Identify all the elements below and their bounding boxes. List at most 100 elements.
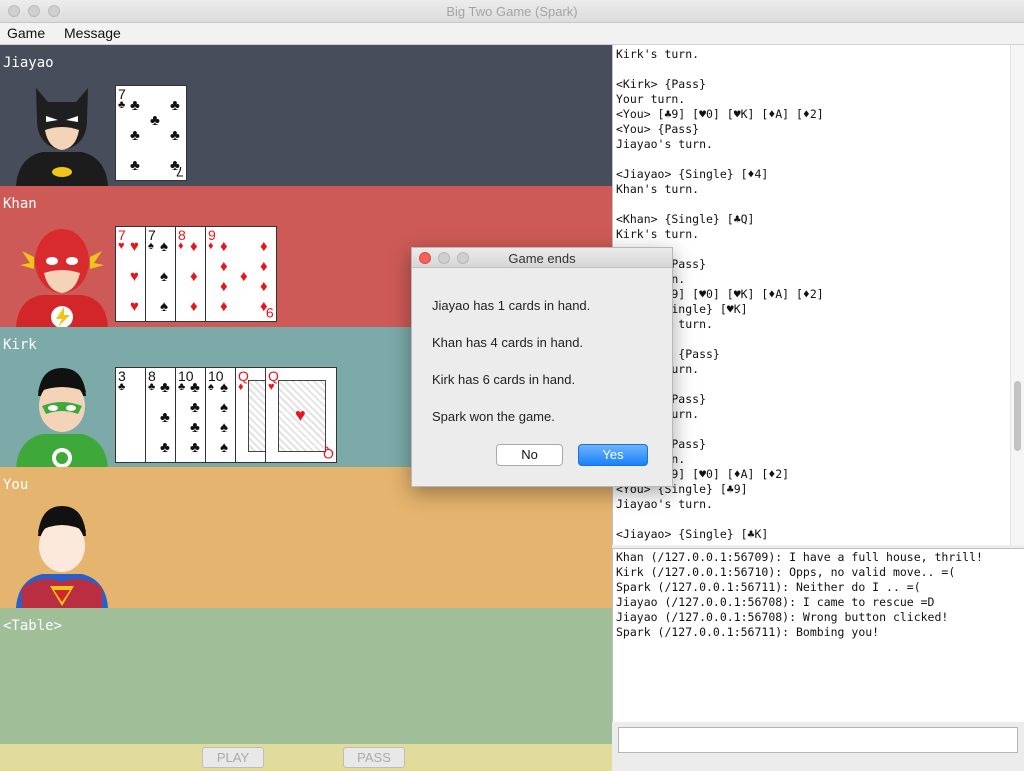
menu-game[interactable]: Game (7, 25, 45, 41)
card-pip: ♦ (190, 268, 198, 285)
player-name: Jiayao (3, 55, 54, 71)
table-label: <Table> (3, 618, 63, 634)
log-line: <Jiayao> {Single} [♦4] (616, 167, 769, 181)
card-suit: ♠ (208, 381, 214, 393)
log-line: Jiayao's turn. (616, 137, 713, 151)
card-pip: ♦ (260, 278, 268, 295)
card-suit: ♦ (238, 381, 244, 393)
card-pip: ♣ (170, 127, 180, 144)
card-pip: ♣ (190, 419, 200, 436)
card-suit: ♣ (148, 381, 156, 393)
card-suit: ♥ (118, 240, 125, 252)
card-pip: ♦ (240, 268, 248, 285)
card-pip: ♥ (130, 238, 139, 255)
card-suit: ♦ (178, 240, 184, 252)
card-suit: ♣ (178, 381, 186, 393)
chat-line: Jiayao (/127.0.0.1:56708): I came to res… (616, 595, 935, 609)
playing-card[interactable]: 9 ♦ ♦ ♦ ♦ ♦ ♦ ♦ ♦ ♦ ♦ 9 (205, 226, 277, 322)
card-rank-bottom: 7 (176, 164, 184, 180)
play-button[interactable]: PLAY (202, 747, 264, 768)
card-pip: ♠ (220, 379, 228, 396)
card-pip: ♦ (220, 258, 228, 275)
card-pip: ♦ (260, 258, 268, 275)
card-pip: ♣ (130, 97, 140, 114)
card-pip: ♣ (150, 112, 160, 129)
player-name: Kirk (3, 337, 37, 353)
window-titlebar: Big Two Game (Spark) (0, 0, 1024, 23)
playing-card[interactable]: Q ♥ ♥ Q (265, 367, 337, 463)
chat-line: Kirk (/127.0.0.1:56710): Opps, no valid … (616, 565, 956, 579)
log-line: Kirk's turn. (616, 47, 700, 61)
game-log-scrollbar[interactable] (1010, 45, 1024, 545)
chat-log[interactable]: Khan (/127.0.0.1:56709): I have a full h… (612, 548, 1024, 722)
card-suit: ♣ (118, 381, 126, 393)
card-pip: ♠ (160, 298, 168, 315)
card-pip: ♥ (130, 268, 139, 285)
card-pip: ♣ (190, 379, 200, 396)
card-pip: ♣ (160, 409, 170, 426)
table-panel: <Table> (0, 608, 612, 744)
card-pip: ♣ (190, 439, 200, 456)
game-log[interactable]: Kirk's turn. <Kirk> {Pass} Your turn. <You>… (612, 45, 1024, 545)
chat-line: Spark (/127.0.0.1:56711): Bombing you! (616, 625, 880, 639)
menu-bar: Game Message (0, 23, 1024, 45)
chat-line: Jiayao (/127.0.0.1:56708): Wrong button … (616, 610, 949, 624)
card-pip: ♠ (160, 268, 168, 285)
card-pip: ♣ (170, 97, 180, 114)
batman-icon (12, 80, 112, 186)
yes-button[interactable]: Yes (578, 444, 648, 466)
card-pip: ♦ (190, 298, 198, 315)
card-pip: ♠ (220, 399, 228, 416)
superman-icon (12, 502, 112, 608)
card-pip: ♠ (160, 238, 168, 255)
menu-message[interactable]: Message (64, 25, 121, 41)
log-line: Your turn. (616, 92, 686, 106)
dialog-message: Khan has 4 cards in hand. (432, 335, 584, 350)
chat-line: Spark (/127.0.0.1:56711): Neither do I .… (616, 580, 921, 594)
player-panel-you: You (0, 467, 612, 608)
no-button[interactable]: No (496, 444, 563, 466)
log-line: Khan's turn. (616, 182, 700, 196)
log-line: <Khan> {Single} [♣Q] (616, 212, 755, 226)
card-pip: ♣ (160, 439, 170, 456)
log-line: <Jiayao> {Single} [♣K] (616, 527, 769, 541)
log-line: <You> [♣9] [♥0] [♥K] [♦A] [♦2] (616, 107, 824, 121)
card-pip: ♦ (190, 238, 198, 255)
chat-line: Khan (/127.0.0.1:56709): I have a full h… (616, 550, 983, 564)
playing-card[interactable]: 7 ♣ ♣ ♣ ♣ ♣ ♣ ♣ ♣ 7 (115, 85, 187, 181)
dialog-message: Jiayao has 1 cards in hand. (432, 298, 591, 313)
player-panel-jiayao: Jiayao 7 ♣ ♣ ♣ ♣ ♣ ♣ ♣ ♣ 7 (0, 45, 612, 186)
card-pip: ♥ (130, 298, 139, 315)
chat-input[interactable] (618, 727, 1018, 753)
green-lantern-icon (12, 362, 112, 468)
log-line: Jiayao's turn. (616, 497, 713, 511)
card-pip: ♣ (160, 379, 170, 396)
card-pip: ♦ (220, 238, 228, 255)
dialog-message: Spark won the game. (432, 409, 555, 424)
card-rank-bottom: Q (323, 446, 334, 462)
card-pip: ♠ (220, 439, 228, 456)
card-pip: ♦ (220, 278, 228, 295)
log-line: <Kirk> {Pass} (616, 77, 707, 91)
pass-button[interactable]: PASS (343, 747, 405, 768)
log-line: <You> {Pass} (616, 122, 700, 136)
card-pip: ♠ (220, 419, 228, 436)
dialog-message: Kirk has 6 cards in hand. (432, 372, 576, 387)
card-suit: ♠ (148, 240, 154, 252)
card-suit: ♦ (208, 240, 214, 252)
card-pip: ♣ (190, 399, 200, 416)
card-pip: ♣ (130, 127, 140, 144)
player-name: You (3, 477, 29, 493)
log-line: Kirk's turn. (616, 227, 700, 241)
card-suit: ♥ (268, 381, 275, 393)
card-pip: ♦ (220, 298, 228, 315)
dialog-titlebar: Game ends (412, 248, 672, 268)
game-log-scroll-thumb[interactable] (1014, 381, 1021, 451)
flash-icon (12, 221, 112, 327)
window-title: Big Two Game (Spark) (446, 4, 578, 19)
card-pip: ♦ (260, 238, 268, 255)
